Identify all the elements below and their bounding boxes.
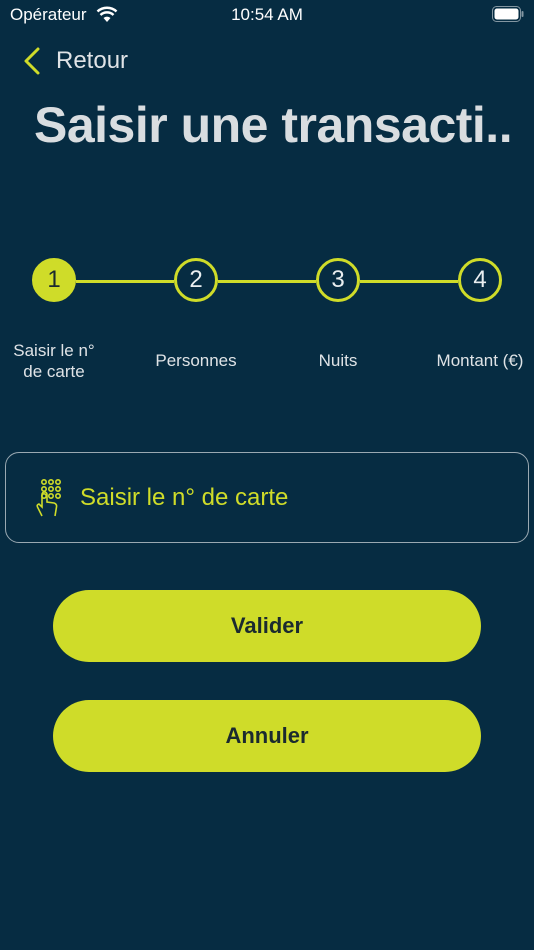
page-title: Saisir une transacti... <box>34 97 514 153</box>
step-circle-4: 4 <box>458 258 502 302</box>
stepper-connector <box>76 280 174 283</box>
status-time: 10:54 AM <box>231 5 303 24</box>
stepper-connector <box>360 280 458 283</box>
step-circle-1: 1 <box>32 258 76 302</box>
cancel-button[interactable]: Annuler <box>53 700 481 772</box>
back-label: Retour <box>56 47 129 74</box>
card-number-input[interactable]: Saisir le n° de carte <box>5 452 529 543</box>
progress-stepper: 1 2 3 4 Saisir le n° de carte Personnes N… <box>0 258 534 398</box>
step-label-3: Nuits <box>318 351 358 370</box>
status-bar: Opérateur 10:54 AM <box>0 0 534 30</box>
step-label-2: Personnes <box>155 351 237 370</box>
chevron-left-icon <box>24 47 40 75</box>
step-circle-2: 2 <box>174 258 218 302</box>
step-label-4: Montant (€) <box>436 351 524 370</box>
step-circle-3: 3 <box>316 258 360 302</box>
validate-button[interactable]: Valider <box>53 590 481 662</box>
keypad-tap-icon <box>36 478 61 516</box>
card-number-placeholder: Saisir le n° de carte <box>80 483 289 511</box>
step-label-1: Saisir le n° de carte <box>13 341 95 381</box>
stepper-connector <box>218 280 316 283</box>
back-button[interactable]: Retour <box>22 44 128 78</box>
battery-icon <box>492 6 524 22</box>
